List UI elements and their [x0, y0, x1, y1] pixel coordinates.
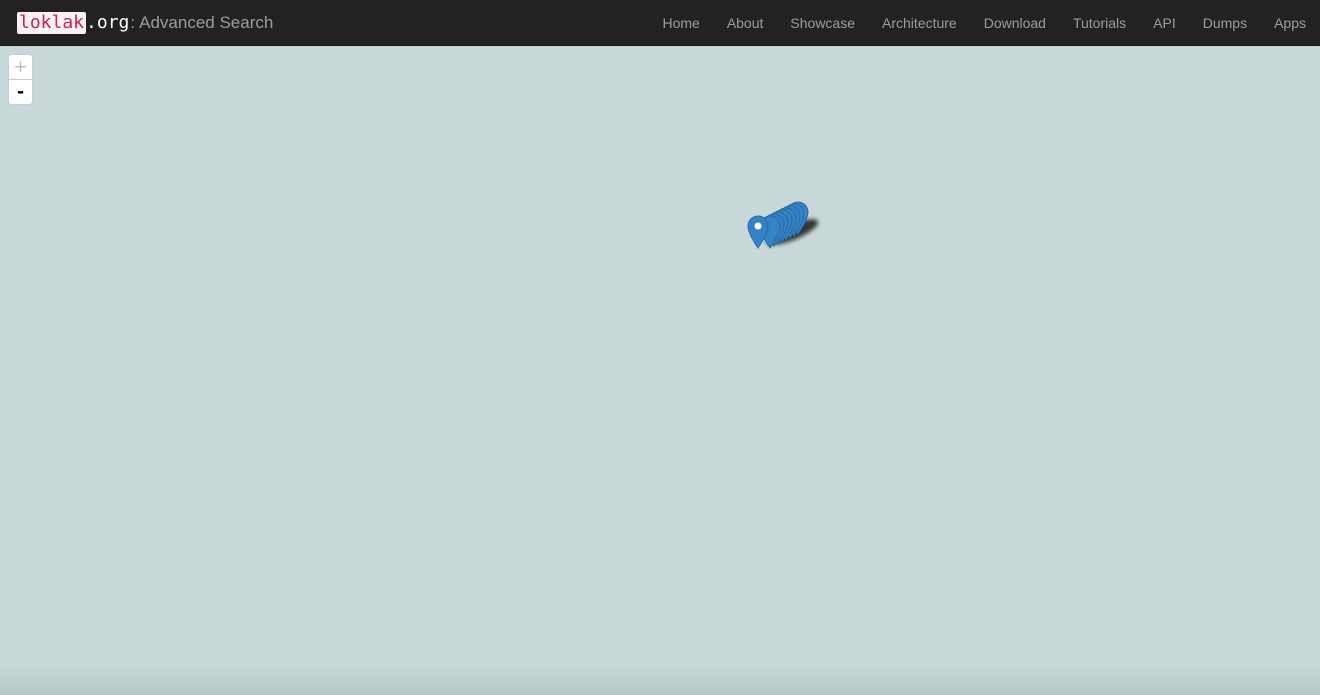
nav-link-download[interactable]: Download: [970, 0, 1059, 46]
nav-link-api[interactable]: API: [1140, 0, 1190, 46]
nav-link-apps[interactable]: Apps: [1261, 0, 1320, 46]
zoom-in-button[interactable]: +: [9, 55, 32, 80]
nav-links: Home About Showcase Architecture Downloa…: [649, 0, 1320, 46]
nav-link-tutorials[interactable]: Tutorials: [1059, 0, 1139, 46]
map-bottom-shade: [0, 665, 1320, 695]
brand-subtitle: Advanced Search: [139, 13, 274, 32]
zoom-out-button[interactable]: -: [9, 80, 32, 104]
marker-dot: [754, 222, 762, 230]
zoom-control: + -: [8, 54, 33, 105]
map-canvas[interactable]: [0, 46, 1320, 695]
marker-cluster: [747, 201, 819, 249]
map-marker-icon[interactable]: [747, 215, 769, 249]
nav-link-home[interactable]: Home: [649, 0, 713, 46]
nav-link-showcase[interactable]: Showcase: [777, 0, 869, 46]
top-navbar: loklak .org : Advanced Search Home About…: [0, 0, 1320, 46]
nav-link-dumps[interactable]: Dumps: [1189, 0, 1260, 46]
nav-link-about[interactable]: About: [713, 0, 777, 46]
brand-org-text: .org: [86, 12, 130, 33]
brand-colon: :: [130, 13, 136, 32]
brand-loklak-text: loklak: [17, 12, 87, 34]
brand-logo[interactable]: loklak .org : Advanced Search: [17, 11, 273, 35]
nav-link-architecture[interactable]: Architecture: [869, 0, 971, 46]
